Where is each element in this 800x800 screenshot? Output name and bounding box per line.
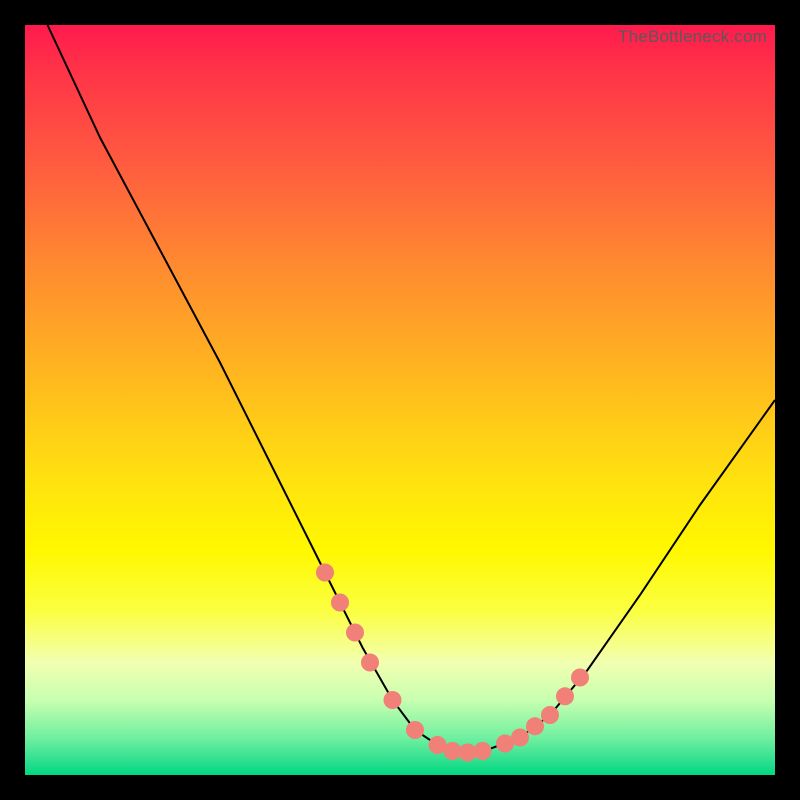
- optimal-dot: [556, 687, 574, 705]
- optimal-dot: [384, 691, 402, 709]
- plot-area: TheBottleneck.com: [25, 25, 775, 775]
- optimal-dot: [511, 729, 529, 747]
- optimal-dot: [316, 564, 334, 582]
- optimal-dot: [526, 717, 544, 735]
- chart-frame: TheBottleneck.com: [0, 0, 800, 800]
- optimal-dot: [541, 706, 559, 724]
- optimal-dot: [571, 669, 589, 687]
- optimal-dot: [474, 742, 492, 760]
- optimal-dot: [406, 721, 424, 739]
- optimal-dot: [361, 654, 379, 672]
- bottleneck-curve: [48, 25, 776, 753]
- optimal-dot: [331, 594, 349, 612]
- chart-svg: [25, 25, 775, 775]
- optimal-dot: [346, 624, 364, 642]
